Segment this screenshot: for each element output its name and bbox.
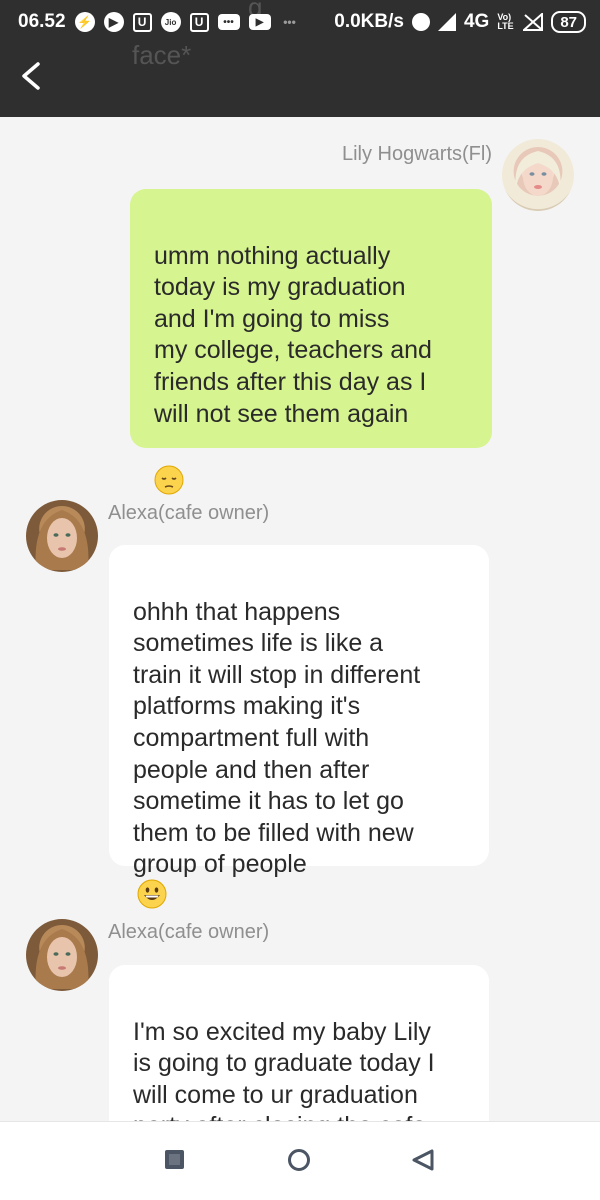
back-triangle-icon [412,1149,434,1171]
no-signal-icon [523,13,544,31]
message-text: umm nothing actually today is my graduat… [154,241,432,428]
back-button[interactable] [14,56,54,96]
message-icon: ••• [217,14,240,30]
home-button[interactable] [286,1148,312,1179]
pensive-face-emoji [154,465,184,495]
avatar-lily[interactable] [502,139,574,211]
chat-messages[interactable]: Lily Hogwarts(Fl) umm nothing actually t… [0,117,600,1121]
network-type: 4G [463,11,490,32]
signal-icon [437,13,456,31]
avatar-alexa[interactable] [26,919,98,991]
recent-apps-icon [165,1150,184,1169]
battery-indicator: 87 [551,11,586,33]
battery-level: 87 [560,13,577,31]
sender-name: Alexa(cafe owner) [108,502,270,524]
sender-name: Alexa(cafe owner) [108,921,270,943]
volte-icon: Vo) LTE [497,12,514,31]
bolt-icon: ⚡ [74,12,95,32]
alarm-icon [411,13,430,31]
back-nav-button[interactable] [410,1148,436,1179]
status-time: 06.52 [18,11,66,32]
chevron-left-icon [22,62,40,90]
message-bubble[interactable]: I'm so excited my baby Lily is going to … [109,965,489,1121]
message-text: I'm so excited my baby Lily is going to … [133,1017,435,1121]
message-text: ohhh that happens sometimes life is like… [133,597,421,879]
youtube-icon: ▶ [248,14,271,30]
status-bar: 06.52 ⚡ ▶ U Jio U ••• ▶ ••• 0.0KB/s 4G V… [0,0,600,44]
background-text: face* [132,40,192,70]
data-speed: 0.0KB/s [334,11,404,32]
avatar-face-icon [35,510,89,570]
message-bubble[interactable]: umm nothing actually today is my graduat… [130,189,492,495]
u-icon: U [189,12,209,32]
message-bubble[interactable]: ohhh that happens sometimes life is like… [109,545,489,909]
avatar-face-icon [515,151,561,196]
jio-icon: Jio [160,12,181,32]
more-icon: ••• [283,15,296,29]
top-bar: g face* 06.52 ⚡ ▶ U Jio U ••• ▶ ••• 0.0K… [0,0,600,117]
grinning-face-emoji [137,879,167,909]
u-icon: U [132,12,152,32]
avatar-face-icon [35,929,89,989]
play-icon: ▶ [103,12,124,32]
home-icon [288,1149,310,1171]
navigation-bar [0,1121,600,1200]
avatar-alexa[interactable] [26,500,98,572]
sender-name: Lily Hogwarts(Fl) [341,143,492,165]
recent-apps-button[interactable] [163,1148,187,1177]
